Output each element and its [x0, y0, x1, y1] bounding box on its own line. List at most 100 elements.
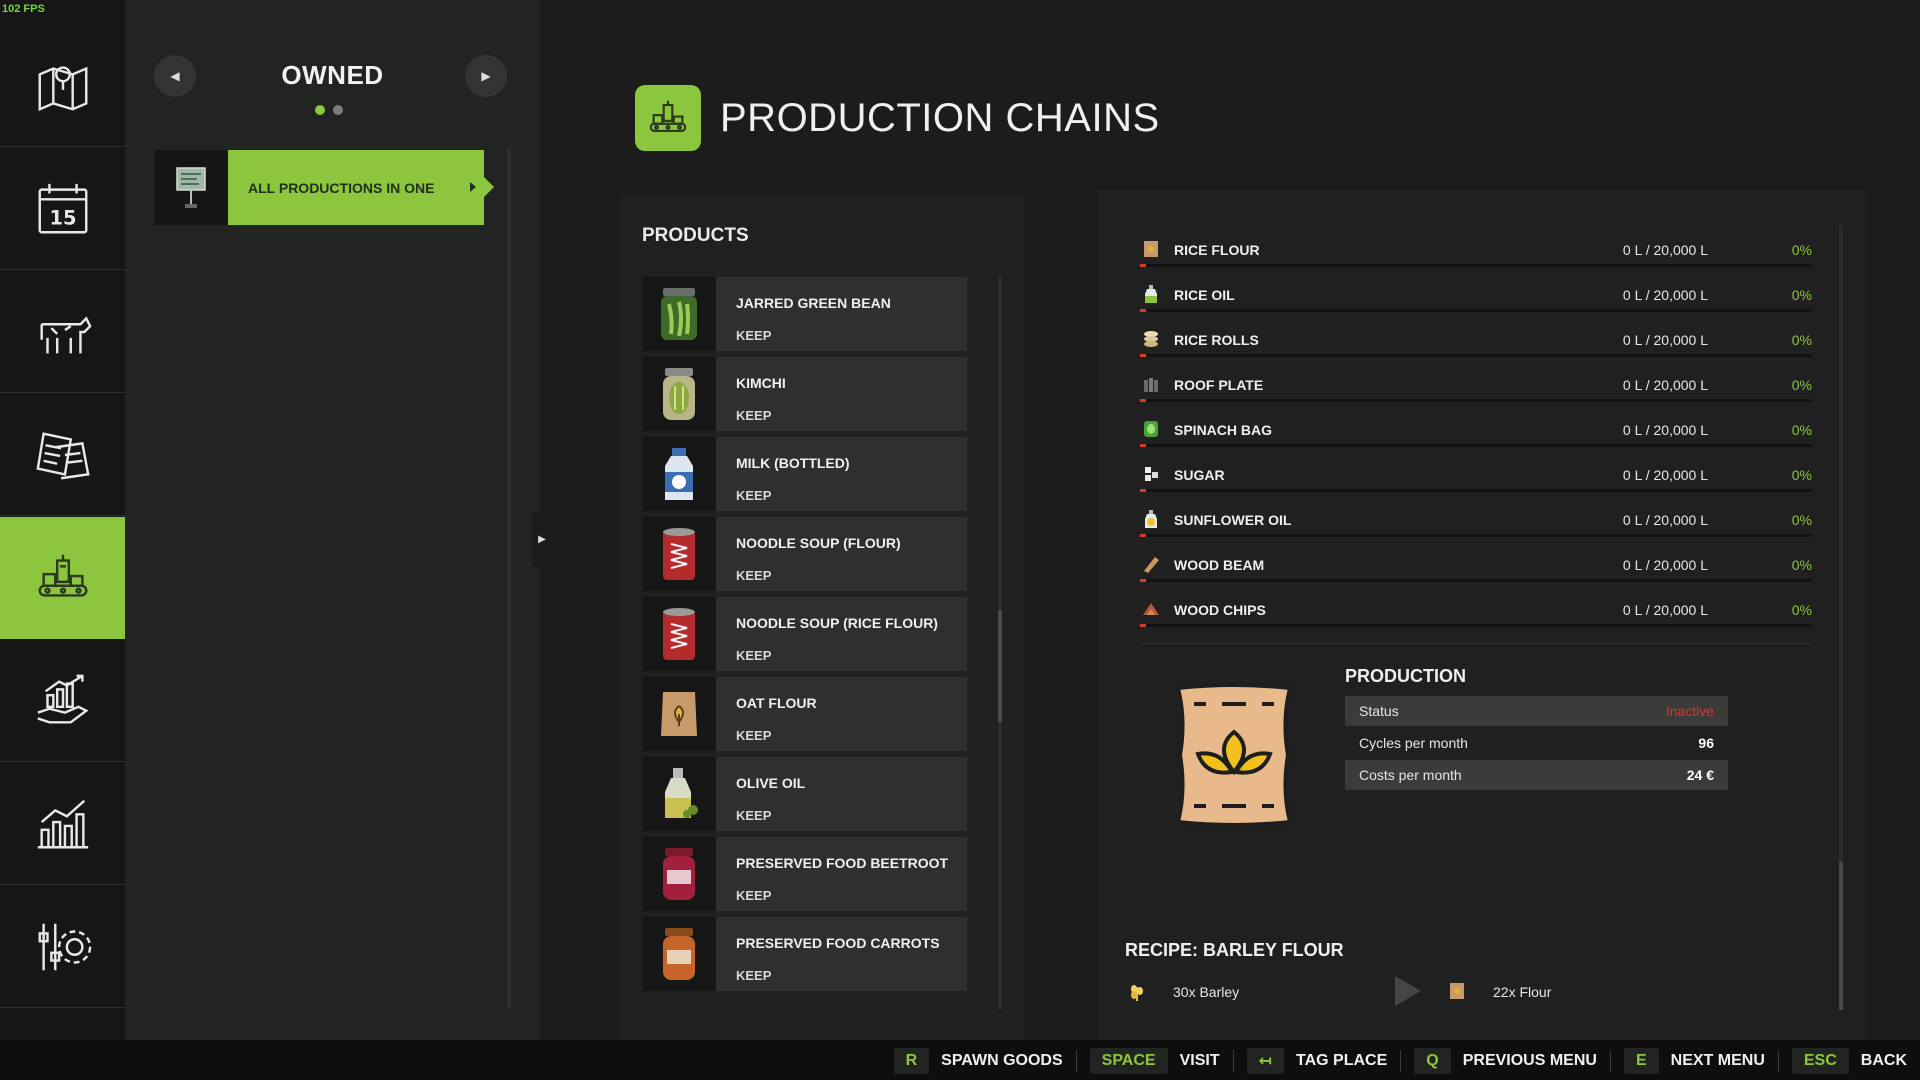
- flour-bag-icon: [1450, 983, 1464, 999]
- chevron-right-icon: ▶: [538, 534, 546, 545]
- product-row[interactable]: PRESERVED FOOD BEETROOT KEEP: [642, 837, 967, 911]
- owned-scrollbar[interactable]: [507, 148, 511, 1008]
- roof-plate-icon: [1144, 378, 1158, 392]
- sign-icon: [176, 166, 206, 208]
- storage-name: SPINACH BAG: [1174, 422, 1273, 438]
- next-menu-button[interactable]: E NEXT MENU: [1623, 1048, 1765, 1074]
- product-row[interactable]: MILK (BOTTLED) KEEP: [642, 437, 967, 511]
- previous-menu-button[interactable]: Q PREVIOUS MENU: [1414, 1048, 1597, 1074]
- collapse-panel-button[interactable]: ▶: [532, 512, 552, 567]
- storage-bar: [1140, 534, 1812, 537]
- costs-value: 24 €: [1686, 767, 1714, 783]
- production-point-label: ALL PRODUCTIONS IN ONE: [228, 150, 484, 225]
- nav-calendar[interactable]: 15: [0, 148, 125, 270]
- production-point-item[interactable]: ALL PRODUCTIONS IN ONE: [154, 150, 494, 225]
- storage-percent: 0%: [1791, 422, 1812, 438]
- calendar-icon: 15: [38, 183, 87, 233]
- product-row[interactable]: KIMCHI KEEP: [642, 357, 967, 431]
- storage-bar: [1140, 309, 1812, 312]
- page-dot[interactable]: [333, 105, 343, 115]
- storage-name: SUGAR: [1174, 467, 1225, 483]
- back-button[interactable]: ESC BACK: [1791, 1048, 1907, 1074]
- details-scrollbar-thumb[interactable]: [1839, 862, 1843, 1010]
- product-name: JARRED GREEN BEAN: [736, 295, 891, 311]
- storage-bar-fill: [1140, 489, 1146, 492]
- wood-chips-icon: [1143, 603, 1159, 615]
- owned-panel: ◀ OWNED ▶ ALL PRODUCTIONS IN ONE: [125, 0, 540, 1040]
- product-mode: KEEP: [736, 328, 772, 343]
- nav-animals[interactable]: [0, 271, 125, 393]
- storage-name: ROOF PLATE: [1174, 377, 1264, 393]
- storage-row: WOOD CHIPS 0 L / 20,000 L 0%: [1140, 594, 1812, 639]
- products-heading: PRODUCTS: [642, 225, 749, 246]
- storage-row: SUNFLOWER OIL 0 L / 20,000 L 0%: [1140, 504, 1812, 549]
- soup-can-icon: [663, 608, 695, 660]
- storage-name: RICE OIL: [1174, 287, 1235, 303]
- hint-label: TAG PLACE: [1296, 1052, 1388, 1069]
- storage-percent: 0%: [1791, 332, 1812, 348]
- key-r: R: [893, 1048, 930, 1074]
- next-page-button[interactable]: ▶: [465, 55, 507, 97]
- spawn-goods-button[interactable]: R SPAWN GOODS: [893, 1048, 1063, 1074]
- storage-row: RICE ROLLS 0 L / 20,000 L 0%: [1140, 324, 1812, 369]
- product-row[interactable]: JARRED GREEN BEAN KEEP: [642, 277, 967, 351]
- storage-bar-fill: [1140, 534, 1146, 537]
- cycles-row: Cycles per month 96: [1345, 728, 1728, 758]
- nav-map[interactable]: [0, 25, 125, 147]
- nav-settings[interactable]: [0, 886, 125, 1008]
- storage-name: RICE ROLLS: [1174, 332, 1259, 348]
- product-mode: KEEP: [736, 648, 772, 663]
- nav-production[interactable]: [0, 517, 133, 639]
- key-esc: ESC: [1791, 1048, 1849, 1074]
- product-mode: KEEP: [736, 728, 772, 743]
- costs-label: Costs per month: [1359, 767, 1462, 783]
- nav-finances[interactable]: [0, 640, 125, 762]
- product-row[interactable]: PRESERVED FOOD CARROTS KEEP: [642, 917, 967, 991]
- arrow-right-icon: [1395, 976, 1421, 1006]
- recipe-row: 30x Barley 22x Flour: [1125, 976, 1605, 1006]
- storage-percent: 0%: [1791, 287, 1812, 303]
- sunflower-oil-icon: [1145, 510, 1157, 528]
- product-name: MILK (BOTTLED): [736, 455, 850, 471]
- status-value: Inactive: [1665, 703, 1714, 719]
- product-name: PRESERVED FOOD CARROTS: [736, 935, 940, 951]
- storage-row: ROOF PLATE 0 L / 20,000 L 0%: [1140, 369, 1812, 414]
- product-row[interactable]: OAT FLOUR KEEP: [642, 677, 967, 751]
- storage-amount: 0 L / 20,000 L: [1622, 557, 1708, 573]
- selection-arrow: [484, 177, 494, 197]
- key-backspace: ↤: [1246, 1048, 1284, 1074]
- product-row[interactable]: NOODLE SOUP (RICE FLOUR) KEEP: [642, 597, 967, 671]
- hint-label: VISIT: [1179, 1052, 1220, 1069]
- soup-can-icon: [663, 528, 695, 580]
- products-scrollbar-thumb[interactable]: [998, 610, 1002, 722]
- storage-bar: [1140, 579, 1812, 582]
- page-dot[interactable]: [315, 105, 325, 115]
- product-name: KIMCHI: [736, 375, 786, 391]
- storage-bar-fill: [1140, 399, 1146, 402]
- storage-row: RICE OIL 0 L / 20,000 L 0%: [1140, 279, 1812, 324]
- details-divider: [1140, 643, 1812, 644]
- spinach-bag-icon: [1144, 421, 1158, 437]
- product-mode: KEEP: [736, 488, 772, 503]
- storage-row: WOOD BEAM 0 L / 20,000 L 0%: [1140, 549, 1812, 594]
- storage-percent: 0%: [1791, 467, 1812, 483]
- contracts-icon: [35, 431, 90, 479]
- storage-amount: 0 L / 20,000 L: [1622, 377, 1708, 393]
- production-thumbnail: [154, 150, 228, 225]
- wood-beam-icon: [1144, 557, 1159, 573]
- storage-name: WOOD BEAM: [1174, 557, 1265, 573]
- product-mode: KEEP: [736, 888, 772, 903]
- storage-bar-fill: [1140, 309, 1146, 312]
- milk-bottle-icon: [665, 448, 693, 500]
- settings-icon: [38, 923, 91, 970]
- key-e: E: [1623, 1048, 1659, 1074]
- product-name: OLIVE OIL: [736, 775, 806, 791]
- visit-button[interactable]: SPACE VISIT: [1089, 1048, 1220, 1074]
- nav-statistics[interactable]: [0, 763, 125, 885]
- product-row[interactable]: NOODLE SOUP (FLOUR) KEEP: [642, 517, 967, 591]
- product-name: PRESERVED FOOD BEETROOT: [736, 855, 949, 871]
- storage-amount: 0 L / 20,000 L: [1622, 332, 1708, 348]
- nav-contracts[interactable]: [0, 394, 125, 516]
- tag-place-button[interactable]: ↤ TAG PLACE: [1246, 1048, 1388, 1074]
- product-row[interactable]: OLIVE OIL KEEP: [642, 757, 967, 831]
